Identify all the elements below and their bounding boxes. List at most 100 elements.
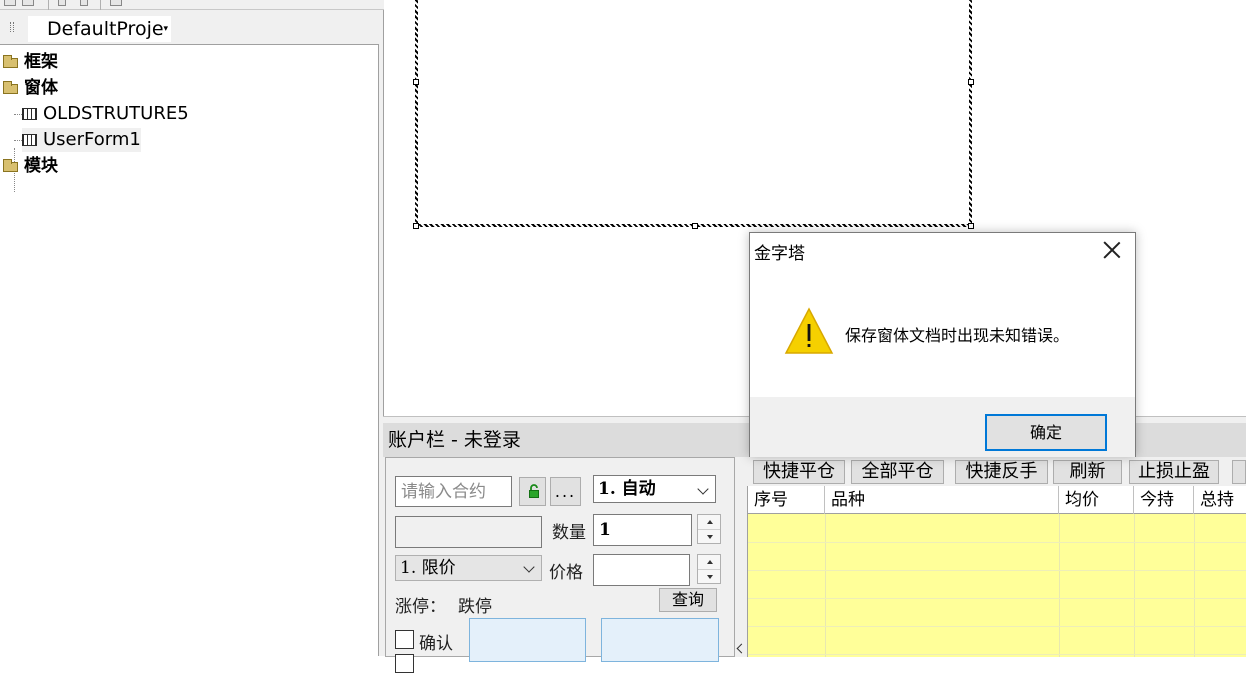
mode-combo[interactable]: 1. 自动 xyxy=(593,475,716,503)
contract-input-field[interactable] xyxy=(396,477,511,506)
folder-icon xyxy=(3,81,18,94)
resize-handle[interactable] xyxy=(968,223,974,229)
tree-folder-forms[interactable]: 窗体 xyxy=(3,76,58,100)
tree-folder-frames[interactable]: 框架 xyxy=(3,50,58,74)
contract-name-display xyxy=(395,516,542,548)
confirm-checkbox[interactable] xyxy=(395,630,414,649)
secondary-checkbox[interactable] xyxy=(395,654,414,673)
sell-button[interactable] xyxy=(601,618,719,662)
col-header-avg-price[interactable]: 均价 xyxy=(1059,486,1134,514)
stepper-up-icon[interactable] xyxy=(698,555,720,569)
grid-line xyxy=(825,514,826,657)
stop-loss-button[interactable]: 止损止盈 xyxy=(1129,460,1219,484)
userform-selection-frame[interactable] xyxy=(413,0,974,229)
resize-handle[interactable] xyxy=(692,223,698,229)
price-field[interactable] xyxy=(593,554,690,586)
stepper-up-icon[interactable] xyxy=(698,515,720,529)
price-label: 价格 xyxy=(549,563,583,583)
dialog-title: 金字塔 xyxy=(754,244,805,264)
col-header-total-pos[interactable]: 总持 xyxy=(1194,486,1246,514)
tree-folder-modules[interactable]: 模块 xyxy=(3,154,58,178)
buy-button[interactable] xyxy=(469,618,586,662)
col-header-index[interactable]: 序号 xyxy=(748,486,825,514)
tree-label: 窗体 xyxy=(24,78,58,98)
project-selector-row: DefaultProje ▾ xyxy=(0,14,384,42)
positions-table-header: 序号 品种 均价 今持 总持 xyxy=(748,486,1246,514)
overflow-button[interactable] xyxy=(1232,460,1246,484)
toolbar-separator xyxy=(48,0,49,10)
close-icon[interactable] xyxy=(1103,241,1121,259)
view-code-icon[interactable] xyxy=(4,0,16,6)
quick-reverse-button[interactable]: 快捷反手 xyxy=(955,460,1048,484)
order-type-combo[interactable]: 1. 限价 xyxy=(395,555,542,581)
price-stepper[interactable] xyxy=(697,554,721,584)
project-tree: 框架 窗体 OLDSTRUTURE5 UserForm1 模块 xyxy=(0,44,379,656)
chevron-down-icon[interactable]: ▾ xyxy=(163,16,168,42)
tree-label: 框架 xyxy=(24,52,58,72)
chevron-down-icon[interactable] xyxy=(523,561,535,573)
lock-icon xyxy=(529,484,539,498)
explorer-toolbar xyxy=(0,0,384,10)
quantity-stepper[interactable] xyxy=(697,514,721,544)
warning-icon xyxy=(784,307,834,354)
project-combo-value: DefaultProje xyxy=(47,18,164,40)
col-header-symbol[interactable]: 品种 xyxy=(825,486,1059,514)
form-icon xyxy=(22,134,37,146)
close-all-button[interactable]: 全部平仓 xyxy=(851,460,944,484)
panel-splitter[interactable] xyxy=(735,457,747,657)
minus-icon[interactable] xyxy=(80,0,88,6)
limit-up-label: 涨停： xyxy=(395,597,446,617)
price-input[interactable] xyxy=(594,555,689,585)
order-entry-panel: ... 1. 自动 数量 1. 限价 价格 涨停： 跌停 查询 确认 xyxy=(385,457,735,673)
minus-icon[interactable] xyxy=(58,0,66,6)
positions-table: 序号 品种 均价 今持 总持 xyxy=(747,486,1246,657)
quick-close-button[interactable]: 快捷平仓 xyxy=(753,460,845,484)
grid-line xyxy=(748,542,1246,543)
dialog-footer: 确定 xyxy=(750,397,1135,457)
grip-handle-icon[interactable] xyxy=(10,22,14,32)
grid-line xyxy=(748,626,1246,627)
grid-line xyxy=(748,570,1246,571)
tree-label: UserForm1 xyxy=(43,129,141,150)
folder-icon xyxy=(3,55,18,68)
positions-panel: 快捷平仓 全部平仓 快捷反手 刷新 止损止盈 序号 品种 均价 今持 总持 xyxy=(745,457,1246,657)
resize-handle[interactable] xyxy=(413,223,419,229)
mode-combo-value: 1. 自动 xyxy=(598,479,656,499)
dialog-message: 保存窗体文档时出现未知错误。 xyxy=(845,326,1070,345)
resize-handle[interactable] xyxy=(968,79,974,85)
ok-button[interactable]: 确定 xyxy=(985,414,1107,451)
folder-icon xyxy=(3,159,18,172)
refresh-button[interactable]: 刷新 xyxy=(1053,460,1122,484)
chevron-down-icon[interactable] xyxy=(697,483,709,495)
grid-line xyxy=(1059,514,1060,657)
more-button[interactable]: ... xyxy=(550,477,581,506)
form-icon xyxy=(22,108,37,120)
project-explorer-panel: DefaultProje ▾ 框架 窗体 OLDSTRUTURE5 UserFo… xyxy=(0,0,384,656)
tree-connector xyxy=(14,140,22,141)
view-object-icon[interactable] xyxy=(22,0,34,6)
tree-item-oldstruture5[interactable]: OLDSTRUTURE5 xyxy=(22,102,189,126)
tree-label: 模块 xyxy=(24,156,58,176)
lock-button[interactable] xyxy=(519,477,546,506)
tree-label: OLDSTRUTURE5 xyxy=(43,103,189,124)
query-button[interactable]: 查询 xyxy=(659,588,717,612)
project-combo[interactable]: DefaultProje ▾ xyxy=(28,16,171,42)
tree-connector xyxy=(14,114,22,115)
stepper-down-icon[interactable] xyxy=(698,569,720,583)
quantity-input[interactable] xyxy=(594,515,691,545)
grid-line xyxy=(1134,514,1135,657)
quantity-field[interactable] xyxy=(593,514,692,546)
toolbar-separator xyxy=(100,0,101,10)
col-header-today-pos[interactable]: 今持 xyxy=(1134,486,1194,514)
properties-icon[interactable] xyxy=(110,0,122,6)
limit-down-label: 跌停 xyxy=(458,597,492,617)
tree-item-userform1[interactable]: UserForm1 xyxy=(22,128,141,152)
contract-input[interactable] xyxy=(395,476,512,507)
grid-line xyxy=(748,654,1246,655)
stepper-down-icon[interactable] xyxy=(698,529,720,543)
grid-line xyxy=(748,598,1246,599)
resize-handle[interactable] xyxy=(413,79,419,85)
confirm-label: 确认 xyxy=(419,634,453,654)
grid-line xyxy=(1194,514,1195,657)
error-dialog: 金字塔 保存窗体文档时出现未知错误。 确定 xyxy=(749,232,1136,457)
